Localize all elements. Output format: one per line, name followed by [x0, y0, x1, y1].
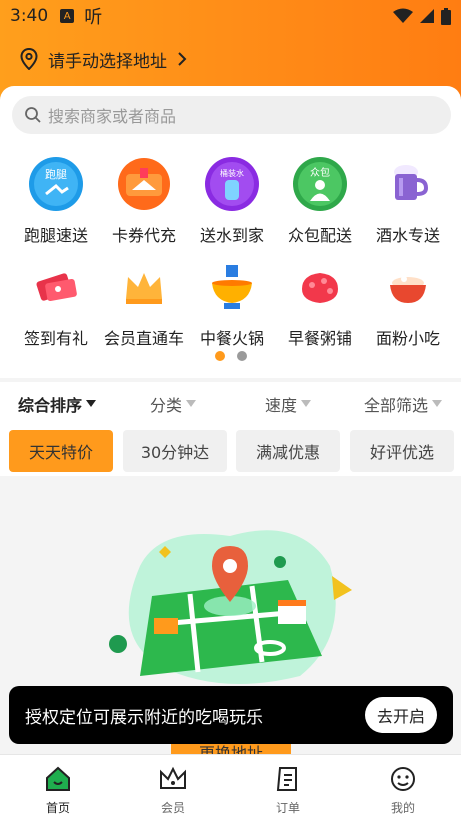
tab-member[interactable]: 会员 — [133, 763, 213, 816]
signal-icon — [420, 9, 434, 23]
tab-label: 会员 — [160, 801, 185, 815]
sort-category-label: 分类 — [150, 396, 183, 415]
category-crowd[interactable]: 众包 众包配送 — [276, 156, 364, 256]
category-label: 会员直通车 — [103, 329, 184, 348]
location-pin-icon — [20, 48, 38, 70]
sort-all-filter-label: 全部筛选 — [364, 396, 429, 415]
location-selector[interactable]: 请手动选择地址 — [20, 46, 187, 72]
category-label: 签到有礼 — [23, 329, 88, 348]
caret-down-icon — [86, 400, 97, 407]
toast-message: 授权定位可展示附近的吃喝玩乐 — [25, 707, 263, 728]
category-noodle[interactable]: 面粉小吃 — [364, 259, 452, 359]
sort-all-filter[interactable]: 全部筛选 — [364, 392, 443, 416]
category-errand[interactable]: 跑腿 跑腿速送 — [12, 156, 100, 256]
category-water[interactable]: 桶装水 送水到家 — [188, 156, 276, 256]
caret-down-icon — [301, 400, 312, 407]
sort-bar: 综合排序 分类 速度 全部筛选 — [0, 382, 461, 426]
category-checkin[interactable]: 签到有礼 — [12, 259, 100, 359]
status-time: 3:40 — [10, 6, 49, 26]
tab-label: 首页 — [45, 801, 70, 815]
page-dot — [237, 351, 247, 361]
checkin-icon — [36, 273, 77, 301]
tab-label: 我的 — [390, 801, 415, 815]
home-icon — [46, 766, 70, 791]
water-delivery-icon: 桶装水 — [205, 157, 259, 211]
search-input[interactable]: 搜索商家或者商品 — [12, 96, 451, 134]
category-label: 酒水专送 — [375, 226, 440, 245]
chevron-right-icon — [178, 52, 187, 66]
category-beer[interactable]: 酒水专送 — [364, 156, 452, 256]
voucher-icon — [118, 158, 170, 210]
category-breakfast[interactable]: 早餐粥铺 — [276, 259, 364, 359]
category-label: 早餐粥铺 — [287, 329, 352, 348]
chip-daily-deal[interactable]: 天天特价 — [9, 430, 113, 472]
listen-notification-icon: 听 — [84, 7, 103, 28]
hotpot-icon — [212, 265, 252, 309]
location-permission-toast: 授权定位可展示附近的吃喝玩乐 去开启 — [9, 686, 453, 744]
battery-icon — [441, 7, 451, 25]
search-placeholder: 搜索商家或者商品 — [48, 107, 177, 126]
beer-icon — [394, 165, 429, 200]
tab-label: 订单 — [275, 801, 300, 815]
category-label: 面粉小吃 — [375, 329, 440, 348]
category-label: 卡券代充 — [111, 226, 176, 245]
svg-text:众包: 众包 — [310, 166, 330, 179]
page-indicator — [215, 351, 247, 361]
category-grid: 跑腿 跑腿速送 卡券代充 桶装水 送水到家 众包 众包配送 酒水专送 签到有礼 … — [12, 146, 451, 374]
bottom-tab-bar: 首页 会员 订单 我的 — [0, 754, 461, 819]
noodle-snack-icon — [390, 276, 426, 303]
errand-icon: 跑腿 — [29, 157, 83, 211]
caret-down-icon — [186, 400, 197, 407]
crown-icon — [126, 273, 162, 304]
chip-top-rated[interactable]: 好评优选 — [350, 430, 454, 472]
tab-orders[interactable]: 订单 — [248, 763, 328, 816]
sort-speed[interactable]: 速度 — [265, 392, 312, 416]
location-label: 请手动选择地址 — [48, 51, 167, 72]
breakfast-icon — [302, 273, 338, 303]
category-hotpot[interactable]: 中餐火锅 — [188, 259, 276, 359]
chip-discount[interactable]: 满减优惠 — [236, 430, 340, 472]
sort-comprehensive-label: 综合排序 — [18, 396, 83, 415]
tab-profile[interactable]: 我的 — [363, 763, 443, 816]
wifi-icon — [393, 8, 413, 23]
order-icon — [276, 767, 297, 791]
category-voucher[interactable]: 卡券代充 — [100, 156, 188, 256]
crown-icon — [160, 766, 186, 789]
sort-speed-label: 速度 — [265, 396, 298, 415]
profile-icon — [391, 767, 415, 791]
filter-chips: 天天特价 30分钟达 满减优惠 好评优选 — [0, 426, 461, 476]
category-member[interactable]: 会员直通车 — [100, 259, 188, 359]
chip-30min[interactable]: 30分钟达 — [123, 430, 227, 472]
status-bar: 3:40 A 听 — [0, 0, 461, 32]
sort-comprehensive[interactable]: 综合排序 — [18, 392, 97, 416]
tab-home[interactable]: 首页 — [18, 763, 98, 816]
svg-text:跑腿: 跑腿 — [45, 167, 67, 181]
crowd-delivery-icon: 众包 — [293, 157, 347, 211]
category-label: 跑腿速送 — [23, 226, 88, 245]
app-notification-icon: A — [60, 9, 75, 23]
svg-text:桶装水: 桶装水 — [220, 168, 244, 178]
category-label: 众包配送 — [287, 226, 352, 245]
category-label: 送水到家 — [199, 226, 264, 245]
page-dot-active — [215, 351, 225, 361]
enable-location-button[interactable]: 去开启 — [364, 697, 437, 733]
search-icon — [25, 107, 41, 123]
category-label: 中餐火锅 — [199, 329, 264, 348]
sort-category[interactable]: 分类 — [150, 392, 197, 416]
caret-down-icon — [432, 400, 443, 407]
